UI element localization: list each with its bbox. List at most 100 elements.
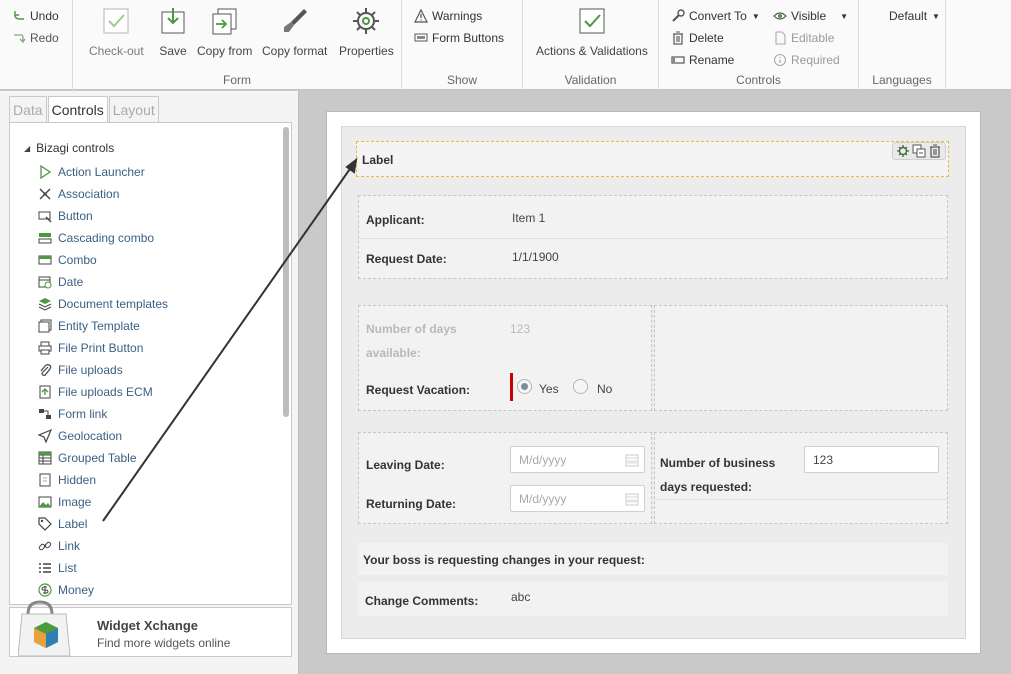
tree-item[interactable]: Form link (38, 406, 107, 422)
expand-triangle-icon[interactable]: ◢ (24, 144, 30, 153)
calendar-icon[interactable] (625, 453, 639, 467)
tree-item[interactable]: Label (38, 516, 87, 532)
properties-button[interactable]: Properties (339, 6, 394, 58)
form-buttons-button[interactable]: Form Buttons (414, 31, 504, 45)
copy-icon[interactable] (912, 144, 926, 158)
gear-icon (353, 8, 380, 34)
editable-button[interactable]: Editable (773, 31, 834, 45)
controls-group: Convert To ▼ Delete Rename Visible ▼ Edi… (659, 0, 859, 90)
visible-button[interactable]: Visible ▼ (773, 9, 848, 23)
tree-item[interactable]: List (38, 560, 77, 576)
gear-icon[interactable] (896, 144, 910, 158)
request-date-value[interactable]: 1/1/1900 (512, 250, 559, 264)
tree-item[interactable]: Cascading combo (38, 230, 154, 246)
checkout-icon (103, 8, 129, 34)
tree-item-label: Date (58, 275, 84, 289)
tree-item[interactable]: Image (38, 494, 91, 510)
copy-from-label: Copy from (197, 44, 253, 58)
tab-layout[interactable]: Layout (108, 96, 159, 122)
tree-item-label: Hidden (58, 473, 97, 487)
tree-root-bizagi-controls[interactable]: ◢ Bizagi controls (24, 141, 114, 155)
play-triangle-icon (40, 165, 52, 179)
radio-yes-label[interactable]: Yes (539, 382, 559, 396)
tree-item[interactable]: Entity Template (38, 318, 140, 334)
tree-item-label: Cascading combo (58, 231, 155, 245)
form-group: Check-out Save Copy from Copy format Pro… (72, 0, 402, 90)
business-days-input[interactable]: 123 (804, 446, 939, 473)
leaving-date-label: Leaving Date: (366, 458, 445, 472)
leaving-date-input[interactable]: M/d/yyyy (510, 446, 645, 473)
trash-icon[interactable] (928, 144, 942, 158)
tree-scrollbar[interactable] (283, 127, 289, 417)
tree-item[interactable]: Button (38, 208, 93, 224)
form-link-icon (39, 409, 51, 419)
button-icon (38, 211, 52, 223)
section-divider (359, 238, 947, 239)
tree-item-label: File uploads ECM (58, 385, 153, 399)
tree-item[interactable]: File Print Button (38, 340, 143, 356)
actions-validations-button[interactable]: Actions & Validations (536, 6, 648, 58)
language-dropdown[interactable]: Default ▼ (889, 9, 940, 23)
tree-item[interactable]: Hidden (38, 472, 96, 488)
change-comments-label: Change Comments: (365, 594, 479, 608)
geolocation-icon (38, 429, 52, 443)
undo-label: Undo (30, 9, 59, 23)
rename-label: Rename (689, 53, 735, 67)
business-days-label-line1: Number of business (660, 456, 776, 470)
applicant-value[interactable]: Item 1 (512, 211, 545, 225)
tree-item[interactable]: Geolocation (38, 428, 122, 444)
convert-to-button[interactable]: Convert To ▼ (671, 9, 760, 23)
copy-from-button[interactable]: Copy from (197, 6, 252, 58)
form-group-title: Form (223, 73, 251, 87)
undo-button[interactable]: Undo (12, 9, 59, 23)
radio-yes[interactable] (517, 379, 532, 394)
tree-item[interactable]: File uploads (38, 362, 123, 378)
save-label: Save (159, 44, 187, 58)
label-tag-icon (38, 517, 52, 531)
redo-label: Redo (30, 31, 59, 45)
required-button[interactable]: Required (773, 53, 840, 67)
rename-button[interactable]: Rename (671, 53, 734, 67)
copy-format-button[interactable]: Copy format (262, 6, 327, 58)
warnings-button[interactable]: Warnings (414, 9, 482, 23)
delete-button[interactable]: Delete (671, 31, 724, 45)
widget-xchange-banner[interactable]: Widget Xchange Find more widgets online (9, 600, 292, 657)
tree-item[interactable]: Action Launcher (38, 164, 145, 180)
tree-item[interactable]: Document templates (38, 296, 168, 312)
tree-item[interactable]: Date (38, 274, 83, 290)
save-button[interactable]: Save (158, 6, 188, 58)
warnings-label: Warnings (432, 9, 483, 23)
change-comments-value[interactable]: abc (511, 590, 530, 604)
undo-icon (14, 11, 24, 20)
returning-date-input[interactable]: M/d/yyyy (510, 485, 645, 512)
change-comments-section: Change Comments: abc (358, 582, 948, 616)
tree-item-label: Geolocation (58, 429, 123, 443)
radio-no[interactable] (573, 379, 588, 394)
tree-item-label: Image (58, 495, 92, 509)
show-group: Warnings Form Buttons Show (402, 0, 523, 90)
radio-no-label[interactable]: No (597, 382, 612, 396)
redo-icon (14, 34, 26, 44)
tree-item-label: File uploads (58, 363, 123, 377)
file-upload-ecm-icon (39, 385, 51, 399)
properties-label: Properties (339, 44, 394, 58)
document-templates-icon (38, 298, 52, 311)
tree-item[interactable]: Grouped Table (38, 450, 137, 466)
tree-item[interactable]: Association (38, 186, 119, 202)
tree-item[interactable]: File uploads ECM (38, 384, 153, 400)
checkout-button[interactable]: Check-out (89, 6, 144, 58)
selected-label-control[interactable]: Label (356, 141, 949, 177)
printer-icon (38, 341, 52, 355)
redo-button[interactable]: Redo (12, 31, 59, 45)
tab-data[interactable]: Data (9, 96, 47, 122)
form-buttons-icon (414, 33, 428, 42)
request-date-label: Request Date: (366, 252, 447, 266)
validation-group: Actions & Validations Validation (523, 0, 659, 90)
required-label: Required (791, 53, 840, 67)
tree-item-label: Form link (58, 407, 108, 421)
tab-controls[interactable]: Controls (47, 96, 108, 123)
paperclip-icon (40, 364, 52, 376)
tree-item[interactable]: Combo (38, 252, 97, 268)
calendar-icon[interactable] (625, 492, 639, 506)
tree-item[interactable]: Link (38, 538, 80, 554)
